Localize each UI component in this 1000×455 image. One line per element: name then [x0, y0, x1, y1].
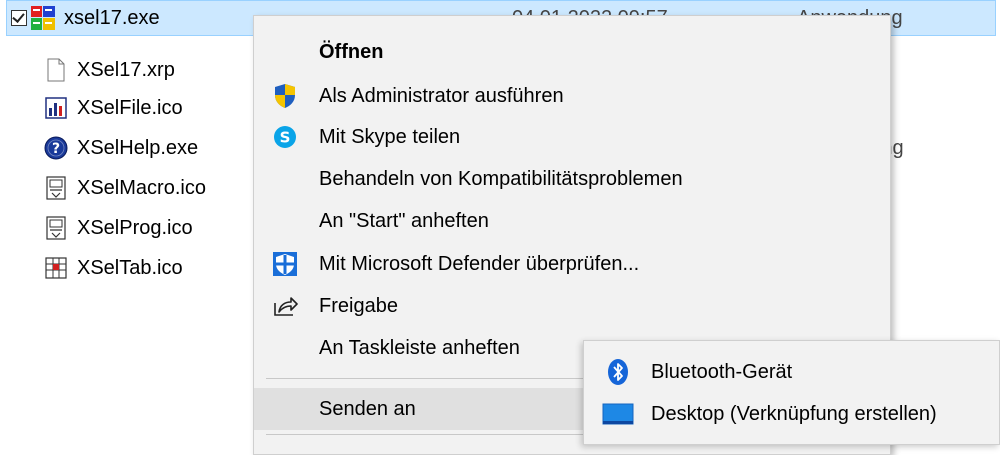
submenu-item-bluetooth[interactable]: Bluetooth-Gerät [584, 351, 999, 393]
svg-text:?: ? [52, 141, 60, 157]
file-name: XSelMacro.ico [77, 176, 206, 199]
xsel-app-icon [30, 5, 56, 31]
menu-item-pin-start[interactable]: An "Start" anheften [254, 200, 890, 242]
menu-item-skype-share[interactable]: S Mit Skype teilen [254, 116, 890, 158]
file-name: XSelProg.ico [77, 216, 193, 239]
submenu-item-label: Bluetooth-Gerät [651, 360, 793, 383]
help-icon: ? [43, 135, 69, 161]
menu-item-label: Senden an [319, 397, 416, 420]
menu-item-label: Mit Skype teilen [319, 125, 461, 148]
macro-icon [43, 175, 69, 201]
menu-item-compatibility[interactable]: Behandeln von Kompatibilitätsproblemen [254, 158, 890, 200]
menu-item-label: Als Administrator ausführen [319, 84, 564, 107]
file-name: XSel17.xrp [77, 58, 175, 81]
macro-icon [43, 215, 69, 241]
skype-icon: S [270, 122, 300, 152]
table-icon [43, 255, 69, 281]
defender-icon [270, 249, 300, 279]
file-name: XSelTab.ico [77, 256, 183, 279]
bluetooth-icon [602, 357, 634, 387]
menu-item-label: Öffnen [319, 40, 384, 63]
uac-shield-icon [270, 81, 300, 111]
svg-text:S: S [280, 129, 291, 147]
submenu-item-label: Desktop (Verknüpfung erstellen) [651, 402, 937, 425]
menu-item-run-as-admin[interactable]: Als Administrator ausführen [254, 75, 890, 117]
send-to-submenu: Bluetooth-Gerät Desktop (Verknüpfung ers… [583, 340, 1000, 445]
file-name: XSelFile.ico [77, 96, 183, 119]
share-icon [270, 291, 300, 321]
checkbox-icon[interactable] [11, 10, 27, 26]
file-name: XSelHelp.exe [77, 136, 199, 159]
submenu-item-desktop[interactable]: Desktop (Verknüpfung erstellen) [584, 393, 999, 435]
menu-item-oeffnen[interactable]: Öffnen [254, 31, 890, 73]
desktop-icon [602, 399, 634, 429]
menu-item-share[interactable]: Freigabe [254, 285, 890, 327]
chart-file-icon [43, 95, 69, 121]
menu-item-label: Mit Microsoft Defender überprüfen... [319, 252, 640, 275]
menu-item-defender-scan[interactable]: Mit Microsoft Defender überprüfen... [254, 243, 890, 285]
menu-item-label: Freigabe [319, 294, 398, 317]
file-name: xsel17.exe [64, 6, 160, 29]
menu-item-label: An Taskleiste anheften [319, 336, 520, 359]
menu-item-label: Behandeln von Kompatibilitätsproblemen [319, 167, 683, 190]
menu-item-label: An "Start" anheften [319, 209, 489, 232]
blank-file-icon [43, 57, 69, 83]
